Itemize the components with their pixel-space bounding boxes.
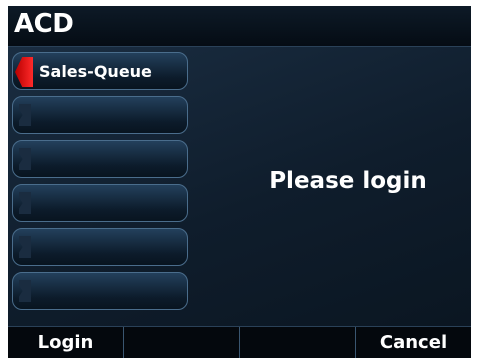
line-key-4[interactable] xyxy=(12,184,188,222)
login-softkey[interactable]: Login xyxy=(8,327,124,358)
active-line-indicator-icon xyxy=(15,57,33,87)
line-tab-icon xyxy=(19,192,31,214)
phone-screen: ACD Sales-Queue Please login Login Cance… xyxy=(8,6,471,358)
line-tab-icon xyxy=(19,236,31,258)
status-message: Please login xyxy=(269,168,427,194)
line-tab-icon xyxy=(19,104,31,126)
line-key-3[interactable] xyxy=(12,140,188,178)
softkey-2[interactable] xyxy=(124,327,240,358)
line-key-5[interactable] xyxy=(12,228,188,266)
line-key-2[interactable] xyxy=(12,96,188,134)
line-key-sales-queue[interactable]: Sales-Queue xyxy=(12,52,188,90)
line-key-label: Sales-Queue xyxy=(39,62,152,81)
softkey-bar: Login Cancel xyxy=(8,326,471,358)
line-tab-icon xyxy=(19,148,31,170)
line-key-list: Sales-Queue xyxy=(12,52,190,316)
line-key-6[interactable] xyxy=(12,272,188,310)
title-bar: ACD xyxy=(8,6,471,47)
cancel-softkey[interactable]: Cancel xyxy=(356,327,471,358)
line-tab-icon xyxy=(19,280,31,302)
page-title: ACD xyxy=(14,9,74,39)
softkey-3[interactable] xyxy=(240,327,356,358)
